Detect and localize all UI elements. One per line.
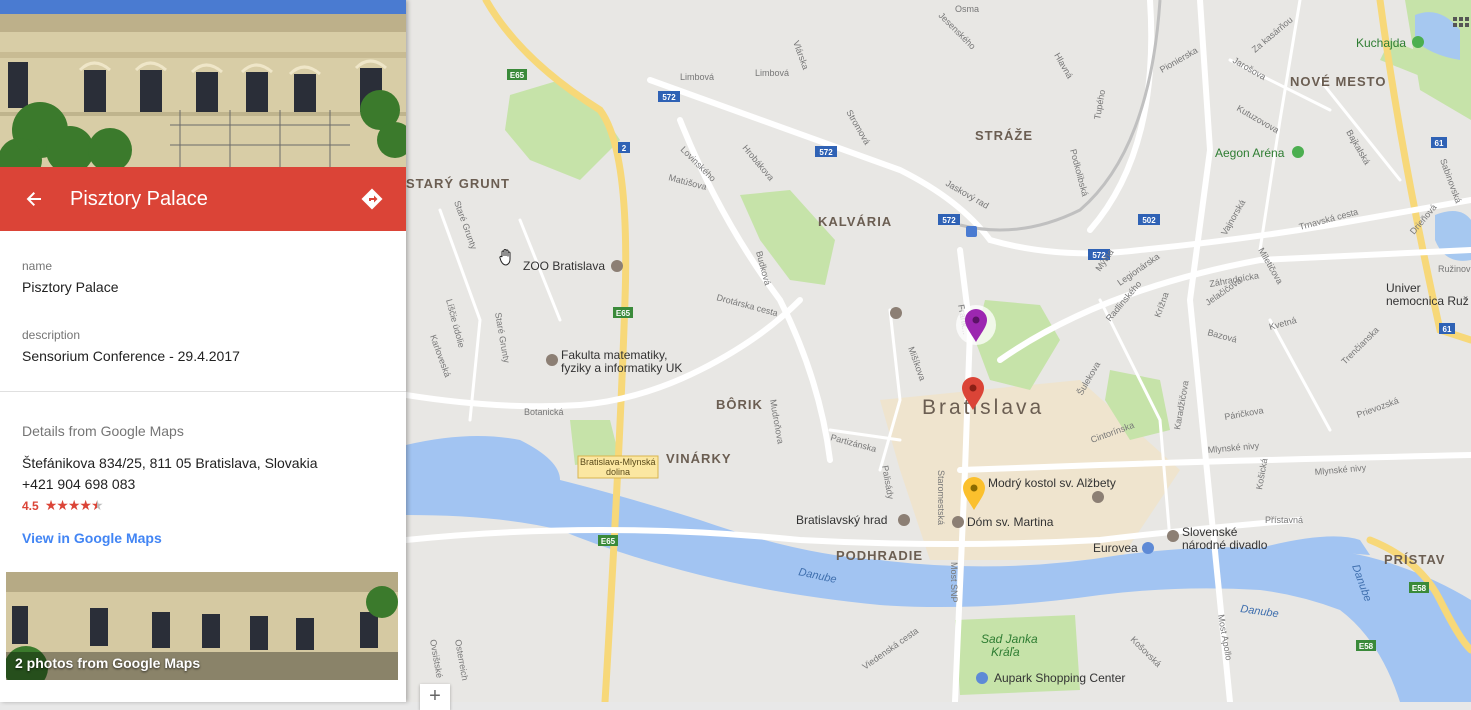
road-shield: 572	[662, 93, 676, 102]
road-shield: 572	[942, 216, 956, 225]
road-shield: 61	[1435, 139, 1444, 148]
poi-label: Aegon Aréna	[1215, 146, 1285, 160]
photos-count-label: 2 photos from Google Maps	[15, 655, 201, 671]
poi-label: Eurovea	[1093, 541, 1138, 555]
street-label: Přístavná	[1265, 515, 1303, 525]
poi-label: ZOO Bratislava	[523, 259, 605, 273]
field-value-description: Sensorium Conference - 29.4.2017	[22, 348, 240, 364]
poi-label: Univer	[1386, 281, 1421, 295]
poi-label: Slovenské	[1182, 525, 1238, 539]
building-photo	[0, 0, 406, 167]
district-label: PODHRADIE	[836, 548, 923, 563]
rating-row: 4.5 ★★★★★	[22, 497, 103, 515]
star-icon: ★	[67, 497, 81, 513]
road-shield: E65	[601, 537, 616, 546]
poi-label: Sad Janka	[981, 632, 1038, 646]
poi-label: Dóm sv. Martina	[967, 515, 1054, 529]
road-shield: E65	[510, 71, 525, 80]
arrow-back-icon	[26, 192, 41, 206]
poi-label: nemocnica Ruž	[1386, 294, 1469, 308]
road-shield: E58	[1412, 584, 1427, 593]
poi-label: Kráľa	[991, 645, 1020, 659]
poi-label: Fakulta matematiky,	[561, 348, 667, 362]
district-label: KALVÁRIA	[818, 214, 892, 229]
road-shield: 2	[622, 144, 627, 153]
back-button[interactable]	[16, 181, 52, 217]
purple-marker	[956, 305, 996, 345]
district-label: VINÁRKY	[666, 451, 732, 466]
map-canvas[interactable]: E65 E65 E65 572 572 572 572 502 2 61 61 …	[406, 0, 1471, 702]
place-phone: +421 904 698 083	[22, 476, 136, 492]
map-tiles: E65 E65 E65 572 572 572 572 502 2 61 61 …	[406, 0, 1471, 702]
poi-label: Kuchajda	[1356, 36, 1406, 50]
place-hero-photo[interactable]	[0, 0, 406, 167]
view-in-google-maps-link[interactable]: View in Google Maps	[22, 530, 162, 546]
district-label: NOVÉ MESTO	[1290, 74, 1386, 89]
street-label: Most SNP	[949, 562, 959, 603]
road-shield: 502	[1142, 216, 1156, 225]
panel-header: Pisztory Palace	[0, 167, 406, 231]
field-value-name: Pisztory Palace	[22, 279, 119, 295]
rating-stars: ★★★★★	[44, 497, 104, 515]
star-icon: ★	[56, 497, 69, 513]
directions-button[interactable]	[354, 181, 390, 217]
poi-label: Bratislavský hrad	[796, 513, 887, 527]
road-shield: E65	[616, 309, 631, 318]
district-label: BÔRIK	[716, 397, 763, 412]
details-heading: Details from Google Maps	[22, 423, 184, 439]
divider	[0, 391, 406, 392]
street-label: Staromestská	[936, 470, 946, 525]
star-icon: ★	[44, 497, 58, 513]
star-icon: ★	[79, 497, 92, 513]
station-label: dolina	[606, 467, 630, 477]
half-star-icon: ★	[90, 497, 104, 513]
street-label: Ružinov	[1438, 264, 1471, 274]
photos-thumbnail[interactable]: 2 photos from Google Maps	[6, 572, 398, 680]
hand-cursor-icon	[499, 249, 511, 266]
road-shield: 572	[819, 148, 833, 157]
road-shield: E58	[1359, 642, 1374, 651]
place-detail-panel: Pisztory Palace name Pisztory Palace des…	[0, 0, 406, 702]
poi-label: fyziky a informatiky UK	[561, 361, 682, 375]
station-label: Bratislava-Mlynská	[580, 457, 656, 467]
city-label: Bratislava	[922, 396, 1044, 419]
road-shield: 61	[1443, 325, 1452, 334]
directions-icon	[361, 188, 383, 210]
field-label-description: description	[22, 328, 81, 342]
apps-grid-icon[interactable]	[1452, 16, 1470, 34]
district-label: STRÁŽE	[975, 128, 1033, 143]
poi-label: národné divadlo	[1182, 538, 1268, 552]
poi-label: Modrý kostol sv. Alžbety	[988, 476, 1116, 490]
street-label: Limbová	[680, 72, 714, 82]
zoom-in-button[interactable]: +	[420, 684, 450, 710]
field-label-name: name	[22, 259, 53, 273]
street-label: Limbová	[755, 68, 789, 78]
place-address: Štefánikova 834/25, 811 05 Bratislava, S…	[22, 455, 318, 471]
street-label: Botanická	[524, 407, 564, 417]
district-label: STARÝ GRUNT	[406, 176, 510, 191]
district-label: PRÍSTAV	[1384, 552, 1445, 567]
street-label: Osma	[955, 4, 979, 14]
poi-label: Aupark Shopping Center	[994, 671, 1125, 685]
place-title: Pisztory Palace	[70, 188, 208, 210]
rating-value: 4.5	[22, 499, 39, 513]
